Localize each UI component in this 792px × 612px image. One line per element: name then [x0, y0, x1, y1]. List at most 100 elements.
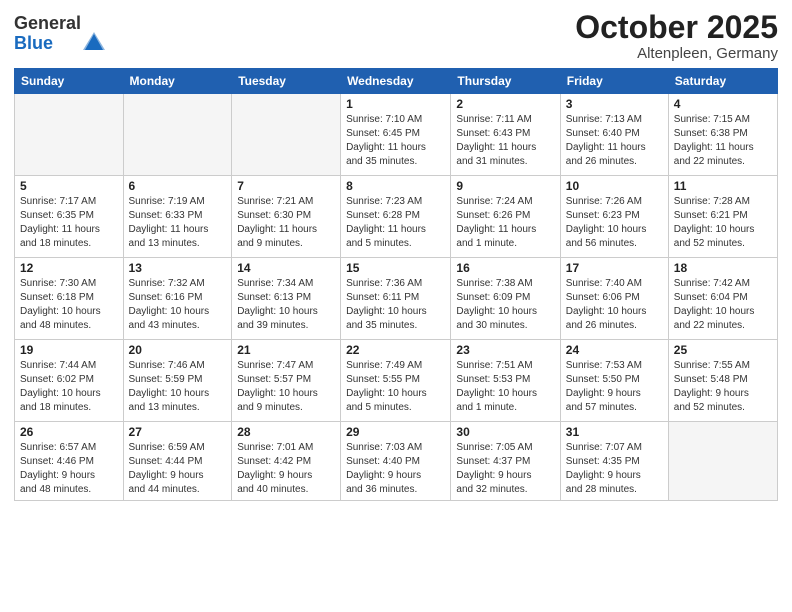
- calendar-cell: 1 Sunrise: 7:10 AM Sunset: 6:45 PM Daylig…: [341, 94, 451, 176]
- day-info: Sunrise: 7:26 AM Sunset: 6:23 PM Dayligh…: [566, 195, 663, 251]
- calendar-week-4: 19 Sunrise: 7:44 AM Sunset: 6:02 PM Dayli…: [15, 340, 778, 422]
- calendar-cell: [668, 422, 777, 501]
- calendar-cell: 15Sunrise: 7:36 AM Sunset: 6:11 PM Dayli…: [341, 258, 451, 340]
- day-info: Sunrise: 7:15 AM Sunset: 6:38 PM Dayligh…: [674, 113, 772, 169]
- day-info: Sunrise: 7:24 AM Sunset: 6:26 PM Dayligh…: [456, 195, 554, 251]
- calendar-cell: 20Sunrise: 7:46 AM Sunset: 5:59 PM Dayli…: [123, 340, 232, 422]
- day-info: Sunrise: 7:28 AM Sunset: 6:21 PM Dayligh…: [674, 195, 772, 251]
- day-info: Sunrise: 6:59 AM Sunset: 4:44 PM Dayligh…: [129, 441, 227, 497]
- day-number: 13: [129, 261, 227, 275]
- calendar-cell: 2 Sunrise: 7:11 AM Sunset: 6:43 PM Daylig…: [451, 94, 560, 176]
- day-info: Sunrise: 7:32 AM Sunset: 6:16 PM Dayligh…: [129, 277, 227, 333]
- day-number: 24: [566, 343, 663, 357]
- logo-blue: Blue: [14, 34, 81, 54]
- calendar-cell: 31 Sunrise: 7:07 AM Sunset: 4:35 PM Dayli…: [560, 422, 668, 501]
- day-number: 31: [566, 425, 663, 439]
- calendar-cell: 14 Sunrise: 7:34 AM Sunset: 6:13 PM Dayli…: [232, 258, 341, 340]
- day-info: Sunrise: 7:17 AM Sunset: 6:35 PM Dayligh…: [20, 195, 118, 251]
- calendar-cell: 16 Sunrise: 7:38 AM Sunset: 6:09 PM Dayli…: [451, 258, 560, 340]
- col-friday: Friday: [560, 69, 668, 94]
- calendar-week-5: 26 Sunrise: 6:57 AM Sunset: 4:46 PM Dayli…: [15, 422, 778, 501]
- day-number: 10: [566, 179, 663, 193]
- day-info: Sunrise: 7:05 AM Sunset: 4:37 PM Dayligh…: [456, 441, 554, 497]
- day-info: Sunrise: 7:53 AM Sunset: 5:50 PM Dayligh…: [566, 359, 663, 415]
- day-info: Sunrise: 7:30 AM Sunset: 6:18 PM Dayligh…: [20, 277, 118, 333]
- calendar-cell: 4 Sunrise: 7:15 AM Sunset: 6:38 PM Daylig…: [668, 94, 777, 176]
- logo-icon: [83, 30, 105, 52]
- calendar-cell: 30Sunrise: 7:05 AM Sunset: 4:37 PM Dayli…: [451, 422, 560, 501]
- day-number: 23: [456, 343, 554, 357]
- subtitle: Altenpleen, Germany: [575, 45, 778, 62]
- day-info: Sunrise: 7:49 AM Sunset: 5:55 PM Dayligh…: [346, 359, 445, 415]
- day-number: 7: [237, 179, 335, 193]
- calendar-cell: 3Sunrise: 7:13 AM Sunset: 6:40 PM Daylig…: [560, 94, 668, 176]
- day-info: Sunrise: 7:21 AM Sunset: 6:30 PM Dayligh…: [237, 195, 335, 251]
- day-info: Sunrise: 7:51 AM Sunset: 5:53 PM Dayligh…: [456, 359, 554, 415]
- day-number: 6: [129, 179, 227, 193]
- calendar-cell: 18 Sunrise: 7:42 AM Sunset: 6:04 PM Dayli…: [668, 258, 777, 340]
- day-info: Sunrise: 7:03 AM Sunset: 4:40 PM Dayligh…: [346, 441, 445, 497]
- day-info: Sunrise: 7:23 AM Sunset: 6:28 PM Dayligh…: [346, 195, 445, 251]
- day-info: Sunrise: 7:42 AM Sunset: 6:04 PM Dayligh…: [674, 277, 772, 333]
- day-info: Sunrise: 6:57 AM Sunset: 4:46 PM Dayligh…: [20, 441, 118, 497]
- calendar-cell: [123, 94, 232, 176]
- calendar-cell: 17 Sunrise: 7:40 AM Sunset: 6:06 PM Dayli…: [560, 258, 668, 340]
- calendar-cell: [232, 94, 341, 176]
- day-number: 21: [237, 343, 335, 357]
- calendar-cell: 5Sunrise: 7:17 AM Sunset: 6:35 PM Daylig…: [15, 176, 124, 258]
- calendar-cell: 6 Sunrise: 7:19 AM Sunset: 6:33 PM Daylig…: [123, 176, 232, 258]
- day-number: 15: [346, 261, 445, 275]
- calendar-cell: 11 Sunrise: 7:28 AM Sunset: 6:21 PM Dayli…: [668, 176, 777, 258]
- col-thursday: Thursday: [451, 69, 560, 94]
- day-number: 19: [20, 343, 118, 357]
- calendar-cell: 29Sunrise: 7:03 AM Sunset: 4:40 PM Dayli…: [341, 422, 451, 501]
- day-number: 25: [674, 343, 772, 357]
- day-number: 1: [346, 97, 445, 111]
- logo: General Blue: [14, 14, 105, 54]
- day-number: 16: [456, 261, 554, 275]
- calendar-cell: 23 Sunrise: 7:51 AM Sunset: 5:53 PM Dayli…: [451, 340, 560, 422]
- day-info: Sunrise: 7:44 AM Sunset: 6:02 PM Dayligh…: [20, 359, 118, 415]
- calendar-cell: 25 Sunrise: 7:55 AM Sunset: 5:48 PM Dayli…: [668, 340, 777, 422]
- day-number: 22: [346, 343, 445, 357]
- day-info: Sunrise: 7:40 AM Sunset: 6:06 PM Dayligh…: [566, 277, 663, 333]
- day-number: 3: [566, 97, 663, 111]
- calendar-cell: 10 Sunrise: 7:26 AM Sunset: 6:23 PM Dayli…: [560, 176, 668, 258]
- day-info: Sunrise: 7:07 AM Sunset: 4:35 PM Dayligh…: [566, 441, 663, 497]
- calendar-cell: 19 Sunrise: 7:44 AM Sunset: 6:02 PM Dayli…: [15, 340, 124, 422]
- col-sunday: Sunday: [15, 69, 124, 94]
- day-number: 17: [566, 261, 663, 275]
- calendar-cell: 24 Sunrise: 7:53 AM Sunset: 5:50 PM Dayli…: [560, 340, 668, 422]
- calendar-week-2: 5Sunrise: 7:17 AM Sunset: 6:35 PM Daylig…: [15, 176, 778, 258]
- calendar-table: Sunday Monday Tuesday Wednesday Thursday…: [14, 68, 778, 501]
- day-info: Sunrise: 7:10 AM Sunset: 6:45 PM Dayligh…: [346, 113, 445, 169]
- day-info: Sunrise: 7:46 AM Sunset: 5:59 PM Dayligh…: [129, 359, 227, 415]
- day-number: 26: [20, 425, 118, 439]
- calendar-cell: 21 Sunrise: 7:47 AM Sunset: 5:57 PM Dayli…: [232, 340, 341, 422]
- page: General Blue October 2025 Altenpleen, Ge…: [0, 0, 792, 612]
- day-info: Sunrise: 7:47 AM Sunset: 5:57 PM Dayligh…: [237, 359, 335, 415]
- day-info: Sunrise: 7:34 AM Sunset: 6:13 PM Dayligh…: [237, 277, 335, 333]
- day-number: 11: [674, 179, 772, 193]
- day-number: 14: [237, 261, 335, 275]
- day-number: 12: [20, 261, 118, 275]
- calendar-cell: 7 Sunrise: 7:21 AM Sunset: 6:30 PM Daylig…: [232, 176, 341, 258]
- day-number: 4: [674, 97, 772, 111]
- day-info: Sunrise: 7:55 AM Sunset: 5:48 PM Dayligh…: [674, 359, 772, 415]
- calendar-cell: 13 Sunrise: 7:32 AM Sunset: 6:16 PM Dayli…: [123, 258, 232, 340]
- day-info: Sunrise: 7:19 AM Sunset: 6:33 PM Dayligh…: [129, 195, 227, 251]
- day-number: 2: [456, 97, 554, 111]
- calendar-cell: 28 Sunrise: 7:01 AM Sunset: 4:42 PM Dayli…: [232, 422, 341, 501]
- col-monday: Monday: [123, 69, 232, 94]
- calendar-cell: 9Sunrise: 7:24 AM Sunset: 6:26 PM Daylig…: [451, 176, 560, 258]
- day-info: Sunrise: 7:38 AM Sunset: 6:09 PM Dayligh…: [456, 277, 554, 333]
- day-number: 18: [674, 261, 772, 275]
- day-number: 28: [237, 425, 335, 439]
- day-info: Sunrise: 7:11 AM Sunset: 6:43 PM Dayligh…: [456, 113, 554, 169]
- col-saturday: Saturday: [668, 69, 777, 94]
- day-info: Sunrise: 7:01 AM Sunset: 4:42 PM Dayligh…: [237, 441, 335, 497]
- calendar-cell: 22 Sunrise: 7:49 AM Sunset: 5:55 PM Dayli…: [341, 340, 451, 422]
- calendar-cell: 12 Sunrise: 7:30 AM Sunset: 6:18 PM Dayli…: [15, 258, 124, 340]
- logo-text: General Blue: [14, 14, 81, 54]
- calendar-week-1: 1 Sunrise: 7:10 AM Sunset: 6:45 PM Daylig…: [15, 94, 778, 176]
